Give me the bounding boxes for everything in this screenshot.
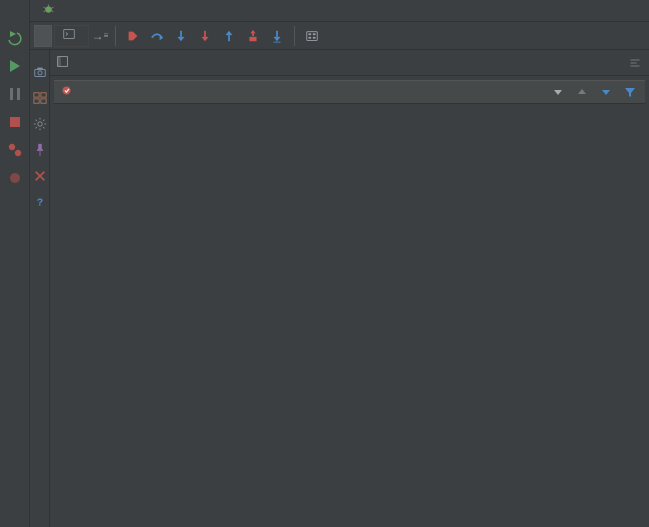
layout-icon[interactable] — [32, 90, 48, 106]
run-to-cursor-button[interactable] — [266, 25, 288, 47]
frames-panel-settings-icon[interactable] — [627, 55, 643, 71]
show-execution-point-button[interactable] — [122, 25, 144, 47]
toolbar-separator — [294, 26, 295, 46]
drop-frame-button[interactable] — [242, 25, 264, 47]
filter-frames-button[interactable] — [621, 83, 639, 101]
frames-icon — [56, 55, 69, 71]
force-step-into-button[interactable] — [194, 25, 216, 47]
bug-icon — [42, 3, 55, 19]
thread-breakpoint-icon — [60, 84, 73, 100]
step-over-button[interactable] — [146, 25, 168, 47]
view-breakpoints-button[interactable] — [5, 140, 25, 160]
tab-console[interactable] — [54, 25, 89, 47]
debug-titlebar — [30, 0, 649, 22]
next-frame-button[interactable] — [597, 83, 615, 101]
help-icon[interactable]: ? — [32, 194, 48, 210]
thread-dropdown-button[interactable] — [549, 83, 567, 101]
side-settings-column: ? — [30, 50, 50, 527]
debug-toolbar: →≡ — [30, 22, 649, 50]
pause-button[interactable] — [5, 84, 25, 104]
frame-list — [54, 104, 645, 527]
thread-selector[interactable] — [54, 80, 645, 104]
prev-frame-button[interactable] — [573, 83, 591, 101]
toolbar-separator — [115, 26, 116, 46]
stop-button[interactable] — [5, 112, 25, 132]
console-icon — [63, 28, 75, 43]
step-out-button[interactable] — [218, 25, 240, 47]
mute-breakpoints-button[interactable] — [5, 168, 25, 188]
tab-more-button[interactable]: →≡ — [91, 25, 109, 47]
resume-button[interactable] — [5, 56, 25, 76]
frames-panel-header — [50, 50, 649, 76]
camera-icon[interactable] — [32, 64, 48, 80]
close-icon[interactable] — [32, 168, 48, 184]
tab-debugger[interactable] — [34, 25, 52, 47]
settings-icon[interactable] — [32, 116, 48, 132]
pin-icon[interactable] — [32, 142, 48, 158]
svg-text:?: ? — [36, 197, 42, 209]
step-into-button[interactable] — [170, 25, 192, 47]
rerun-button[interactable] — [5, 28, 25, 48]
run-sidebar — [0, 0, 30, 527]
evaluate-expression-button[interactable] — [301, 25, 323, 47]
